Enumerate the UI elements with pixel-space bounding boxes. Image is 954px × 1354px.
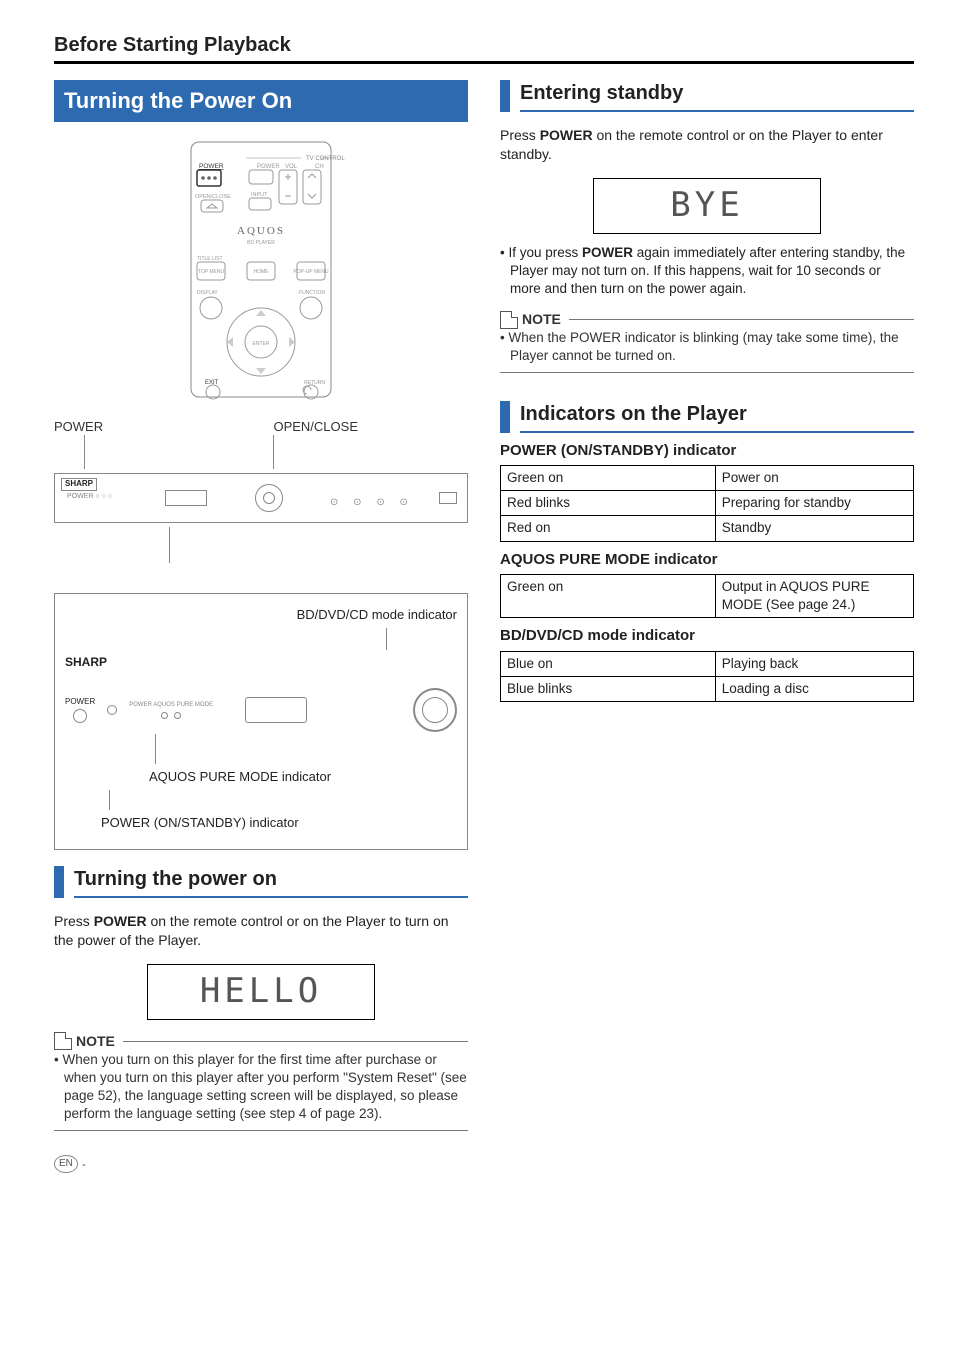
remote-tvcontrol-label: TV CONTROL xyxy=(306,156,345,162)
panel-power-label: POWER xyxy=(65,697,95,708)
table-row: Red onStandby xyxy=(501,516,914,541)
panel-small-led-1 xyxy=(107,705,117,715)
remote-topmenu-label: TOP MENU xyxy=(198,269,225,275)
callout-bdmode: BD/DVD/CD mode indicator xyxy=(65,606,457,624)
note-label-right: NOTE xyxy=(522,310,561,329)
standby-bullet: • If you press POWER again immediately a… xyxy=(500,244,914,299)
remote-enter-label: ENTER xyxy=(253,341,270,347)
remote-bdplayer-label: BD PLAYER xyxy=(247,240,275,246)
indicator-power-heading: POWER (ON/STANDBY) indicator xyxy=(500,441,914,461)
heading-entering-standby: Entering standby xyxy=(520,80,914,112)
player-panel-closeup: BD/DVD/CD mode indicator SHARP POWER POW… xyxy=(54,593,468,850)
indicator-aquos-table: Green onOutput in AQUOS PURE MODE (See p… xyxy=(500,574,914,618)
remote-popup-label: POP-UP MENU xyxy=(293,269,329,275)
note-left-item-1: • When you turn on this player for the f… xyxy=(54,1051,468,1124)
remote-power2-label: POWER xyxy=(257,164,280,170)
page-footer: EN - xyxy=(54,1155,86,1173)
note-right-item-1: • When the POWER indicator is blinking (… xyxy=(500,329,914,365)
remote-input-label: INPUT xyxy=(251,192,268,198)
note-divider xyxy=(123,1041,468,1042)
remote-display-label: DISPLAY xyxy=(197,290,218,296)
display-hello: HELLO xyxy=(147,964,375,1020)
remote-titlelist-label: TITLE LIST xyxy=(197,256,223,262)
heading-indicators: Indicators on the Player xyxy=(520,401,914,433)
heading-turning-power-on-sub: Turning the power on xyxy=(74,866,468,898)
footer-lang-badge: EN xyxy=(54,1155,78,1173)
table-row: Blue blinksLoading a disc xyxy=(501,676,914,701)
remote-return-label: RETURN xyxy=(304,380,325,386)
remote-aquos-label: AQUOS xyxy=(237,225,285,237)
remote-vol-label: VOL xyxy=(285,164,298,170)
panel-display-window xyxy=(245,697,307,723)
indicator-aquos-heading: AQUOS PURE MODE indicator xyxy=(500,550,914,570)
player-callout-row: POWER OPEN/CLOSE xyxy=(54,418,468,436)
table-row: Green onPower on xyxy=(501,465,914,490)
remote-illustration: TV CONTROL POWER POWER VOL CH OPEN/CLOSE xyxy=(161,132,361,412)
callout-power: POWER xyxy=(54,418,103,436)
remote-openclose-label: OPEN/CLOSE xyxy=(195,194,231,200)
note-icon xyxy=(500,311,518,329)
indicator-bd-table: Blue onPlaying back Blue blinksLoading a… xyxy=(500,651,914,702)
panel-power-led xyxy=(73,709,87,723)
note-divider xyxy=(569,319,914,320)
panel-tiny-led-2 xyxy=(174,712,181,719)
callout-openclose: OPEN/CLOSE xyxy=(273,418,358,436)
player-usb-icon xyxy=(439,492,457,504)
indicator-bd-heading: BD/DVD/CD mode indicator xyxy=(500,626,914,646)
page-section-heading: Before Starting Playback xyxy=(54,32,914,59)
footer-dash: - xyxy=(82,1156,86,1172)
table-row: Red blinksPreparing for standby xyxy=(501,491,914,516)
display-bye: BYE xyxy=(593,178,821,234)
section-rule xyxy=(54,61,914,64)
remote-home-label: HOME xyxy=(254,269,270,275)
turning-power-on-text: Press POWER on the remote control or on … xyxy=(54,912,468,950)
table-row: Blue onPlaying back xyxy=(501,651,914,676)
callout-aquospure: AQUOS PURE MODE indicator xyxy=(149,768,457,786)
player-front-buttons: ⊙ ⊙ ⊙ ⊙ xyxy=(330,496,414,510)
player-disc-icon xyxy=(255,484,283,512)
panel-knob xyxy=(413,688,457,732)
table-row: Green onOutput in AQUOS PURE MODE (See p… xyxy=(501,574,914,617)
panel-tiny-led-1 xyxy=(161,712,168,719)
callout-lines xyxy=(54,435,468,469)
remote-function-label: FUNCTION xyxy=(299,290,325,296)
remote-power-label: POWER xyxy=(199,163,224,170)
player-tray xyxy=(165,490,207,506)
heading-turning-power-on: Turning the Power On xyxy=(54,80,468,122)
indicator-power-table: Green onPower on Red blinksPreparing for… xyxy=(500,465,914,542)
note-icon xyxy=(54,1032,72,1050)
remote-ch-label: CH xyxy=(315,164,324,170)
player-illustration: SHARP POWER ○ ○ ○ ⊙ ⊙ ⊙ ⊙ xyxy=(54,473,468,523)
panel-sharp-label: SHARP xyxy=(65,654,457,670)
player-power-led-label: POWER ○ ○ ○ xyxy=(67,492,112,501)
callout-powerind: POWER (ON/STANDBY) indicator xyxy=(101,814,457,832)
note-label-left: NOTE xyxy=(76,1032,115,1051)
entering-standby-text: Press POWER on the remote control or on … xyxy=(500,126,914,164)
player-sharp-label: SHARP xyxy=(61,478,97,491)
